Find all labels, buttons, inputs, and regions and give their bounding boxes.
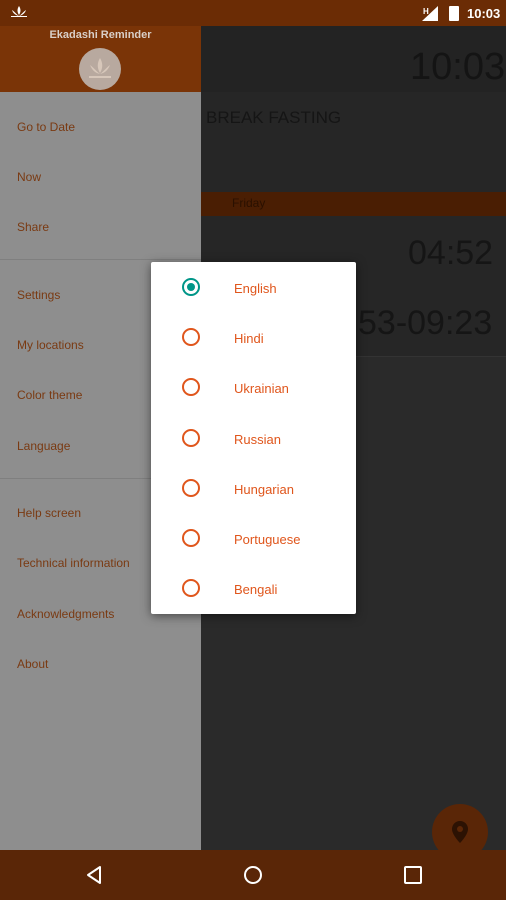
recents-icon[interactable] (403, 865, 423, 885)
language-option-label: Portuguese (234, 532, 301, 547)
drawer-item-technical-information[interactable]: Technical information (17, 556, 130, 570)
language-option-russian[interactable]: Russian (151, 415, 356, 465)
language-option-label: English (234, 281, 277, 296)
drawer-item-acknowledgments[interactable]: Acknowledgments (17, 607, 114, 621)
main-clock: 10:03 (410, 46, 506, 88)
drawer-item-settings[interactable]: Settings (17, 288, 60, 302)
back-icon[interactable] (85, 865, 105, 885)
drawer-item-about[interactable]: About (17, 657, 48, 671)
system-navigation-bar (0, 850, 506, 900)
drawer-item-now[interactable]: Now (17, 170, 41, 184)
drawer-item-share[interactable]: Share (17, 220, 49, 234)
language-option-label: Ukrainian (234, 381, 289, 396)
battery-icon (449, 6, 459, 21)
main-toolbar: 10:03 (200, 26, 506, 92)
radio-checked-icon[interactable] (182, 278, 200, 296)
language-option-label: Hindi (234, 331, 264, 346)
time-range-value: 53-09:23 (358, 304, 493, 342)
language-option-portuguese[interactable]: Portuguese (151, 515, 356, 565)
fasting-label: BREAK FASTING (206, 108, 342, 127)
signal-icon: H (422, 6, 438, 21)
drawer-title: Ekadashi Reminder (49, 29, 152, 41)
language-option-label: Hungarian (234, 482, 294, 497)
drawer-item-go-to-date[interactable]: Go to Date (17, 120, 75, 134)
radio-unchecked-icon[interactable] (182, 529, 200, 547)
language-option-hungarian[interactable]: Hungarian (151, 465, 356, 515)
status-bar: H 10:03 (0, 0, 506, 26)
fasting-card: BREAK FASTING (200, 92, 506, 193)
drawer-item-help-screen[interactable]: Help screen (17, 506, 81, 520)
day-strip-label: Friday (232, 196, 266, 210)
location-pin-icon (452, 821, 468, 843)
day-strip: Friday (200, 192, 506, 216)
drawer-item-my-locations[interactable]: My locations (17, 338, 84, 352)
drawer-item-color-theme[interactable]: Color theme (17, 388, 82, 402)
language-option-hindi[interactable]: Hindi (151, 314, 356, 364)
radio-unchecked-icon[interactable] (182, 378, 200, 396)
radio-unchecked-icon[interactable] (182, 328, 200, 346)
language-option-english[interactable]: English (151, 264, 356, 314)
drawer-divider (0, 259, 201, 260)
language-option-label: Russian (234, 432, 281, 447)
language-option-ukrainian[interactable]: Ukrainian (151, 364, 356, 414)
home-icon[interactable] (243, 865, 263, 885)
drawer-item-language[interactable]: Language (17, 439, 70, 453)
lotus-icon (11, 6, 27, 17)
language-option-label: Bengali (234, 582, 278, 597)
status-time: 10:03 (467, 6, 501, 21)
radio-unchecked-icon[interactable] (182, 579, 200, 597)
time-value-1: 04:52 (408, 234, 494, 272)
radio-unchecked-icon[interactable] (182, 429, 200, 447)
lotus-logo (79, 48, 121, 90)
svg-text:H: H (423, 7, 429, 16)
drawer-header: Ekadashi Reminder (0, 26, 201, 92)
language-dialog: English Hindi Ukrainian Russian Hungaria… (151, 262, 356, 614)
language-option-bengali[interactable]: Bengali (151, 565, 356, 615)
radio-unchecked-icon[interactable] (182, 479, 200, 497)
